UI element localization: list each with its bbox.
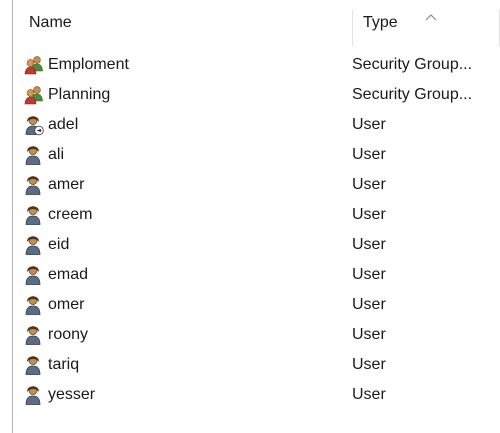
name-cell: yesser [23, 380, 95, 410]
list-item[interactable]: roony User [13, 320, 500, 350]
sort-ascending-icon [425, 8, 437, 21]
name-cell: adel [23, 110, 78, 140]
item-type: User [352, 386, 386, 403]
item-type: User [352, 176, 386, 193]
name-cell: eid [23, 230, 69, 260]
item-name: tariq [48, 356, 80, 373]
item-type: User [352, 146, 386, 163]
name-cell: omer [23, 290, 84, 320]
item-name: roony [48, 326, 89, 343]
item-name: omer [48, 296, 85, 313]
item-name: creem [48, 206, 93, 223]
item-name: ali [48, 146, 65, 163]
name-cell: tariq [23, 350, 79, 380]
user-icon [23, 324, 45, 346]
item-type: User [352, 236, 386, 253]
list-item[interactable]: omer User [13, 290, 500, 320]
column-header-type-label: Type [363, 14, 398, 31]
list-header: Name Type [13, 0, 500, 46]
name-cell: roony [23, 320, 88, 350]
name-cell: Planning [23, 80, 110, 110]
item-type: User [352, 266, 386, 283]
name-cell: emad [23, 260, 88, 290]
user-icon [23, 174, 45, 196]
user-icon [23, 144, 45, 166]
item-type: User [352, 296, 386, 313]
column-header-name-label: Name [29, 14, 72, 31]
list-item[interactable]: ali User [13, 140, 500, 170]
user-icon [23, 264, 45, 286]
object-list: Emploment Security Group... Planning Securi… [13, 50, 500, 410]
list-item[interactable]: eid User [13, 230, 500, 260]
user-icon [23, 234, 45, 256]
item-type: User [352, 356, 386, 373]
list-item[interactable]: emad User [13, 260, 500, 290]
list-item[interactable]: Emploment Security Group... [13, 50, 500, 80]
item-type: Security Group... [352, 56, 473, 73]
group-icon [23, 84, 45, 106]
item-type: User [352, 116, 386, 133]
list-item[interactable]: tariq User [13, 350, 500, 380]
item-type: User [352, 326, 386, 343]
item-name: adel [48, 116, 79, 133]
list-item[interactable]: creem User [13, 200, 500, 230]
item-name: eid [48, 236, 70, 253]
user-icon [23, 204, 45, 226]
column-header-name[interactable]: Name [29, 0, 353, 46]
user-icon [23, 384, 45, 406]
item-name: Planning [48, 86, 111, 103]
list-item[interactable]: Planning Security Group... [13, 80, 500, 110]
list-item[interactable]: adel User [13, 110, 500, 140]
user-icon [23, 354, 45, 376]
name-cell: Emploment [23, 50, 129, 80]
name-cell: amer [23, 170, 84, 200]
item-name: Emploment [48, 56, 129, 73]
list-item[interactable]: yesser User [13, 380, 500, 410]
column-header-type[interactable]: Type [353, 0, 500, 46]
name-cell: ali [23, 140, 64, 170]
name-cell: creem [23, 200, 92, 230]
user-icon [23, 294, 45, 316]
list-item[interactable]: amer User [13, 170, 500, 200]
item-name: amer [48, 176, 85, 193]
item-name: emad [48, 266, 89, 283]
item-name: yesser [48, 386, 96, 403]
item-type: Security Group... [352, 86, 473, 103]
user-disabled-icon [23, 114, 45, 136]
item-type: User [352, 206, 386, 223]
group-icon [23, 54, 45, 76]
